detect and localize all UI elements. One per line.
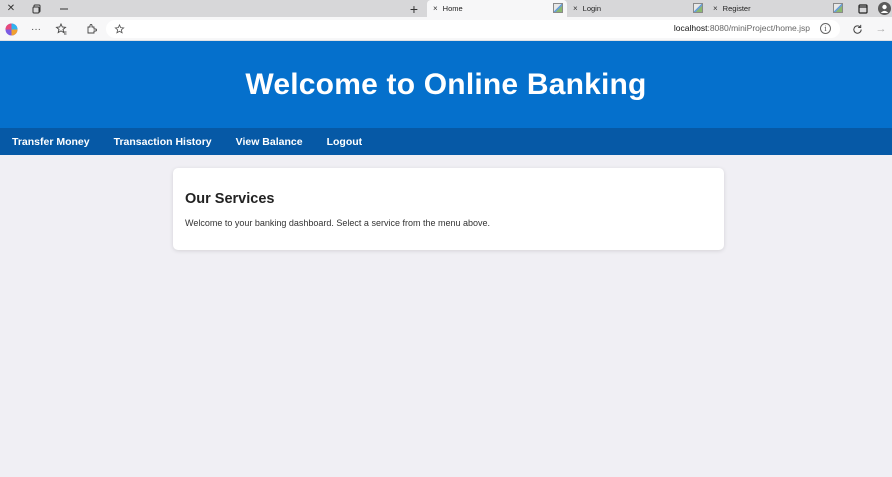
page-title: Welcome to Online Banking xyxy=(245,67,647,101)
extensions-icon[interactable] xyxy=(83,21,99,37)
profile-avatar-icon[interactable] xyxy=(876,0,892,17)
main-nav: Transfer Money Transaction History View … xyxy=(0,128,892,155)
card-title: Our Services xyxy=(185,191,275,207)
broken-image-icon xyxy=(553,3,563,13)
tab-close-icon[interactable]: × xyxy=(433,4,438,13)
new-tab-button[interactable]: + xyxy=(404,0,424,17)
address-bar[interactable]: localhost:8080/miniProject/home.jsp i xyxy=(106,20,840,38)
site-header: Welcome to Online Banking xyxy=(0,41,892,128)
services-card: Our Services Welcome to your banking das… xyxy=(173,168,724,250)
restore-icon[interactable] xyxy=(28,0,46,17)
nav-view-balance[interactable]: View Balance xyxy=(236,136,303,148)
forward-icon[interactable]: → xyxy=(874,21,888,37)
tab-label: Home xyxy=(442,4,463,13)
tab-label: Register xyxy=(722,4,751,13)
broken-image-icon xyxy=(833,3,843,13)
refresh-icon[interactable] xyxy=(850,21,864,37)
browser-toolbar: ··· localhost:8080/miniProject/home.jsp … xyxy=(0,17,892,41)
info-icon[interactable]: i xyxy=(820,23,831,34)
nav-transaction-history[interactable]: Transaction History xyxy=(114,136,212,148)
tab-home[interactable]: × Home xyxy=(427,0,567,17)
tab-register[interactable]: × Register xyxy=(707,0,847,17)
url-host: localhost xyxy=(673,23,708,33)
minimize-icon[interactable] xyxy=(55,0,73,17)
url-path: :8080/miniProject/home.jsp xyxy=(707,23,810,33)
nav-transfer-money[interactable]: Transfer Money xyxy=(12,136,90,148)
favorites-icon[interactable] xyxy=(53,21,69,37)
more-options-icon[interactable]: ··· xyxy=(28,21,44,37)
tab-close-icon[interactable]: × xyxy=(573,4,578,13)
tab-actions-icon[interactable] xyxy=(855,0,871,17)
favorite-star-icon[interactable] xyxy=(112,21,126,37)
nav-logout[interactable]: Logout xyxy=(327,136,363,148)
tab-label: Login xyxy=(582,4,602,13)
broken-image-icon xyxy=(693,3,703,13)
browser-tab-strip: ✕ + × Home × Login × Register xyxy=(0,0,892,17)
url-text[interactable]: localhost:8080/miniProject/home.jsp xyxy=(674,23,810,33)
tab-close-icon[interactable]: × xyxy=(713,4,718,13)
browser-logo-icon xyxy=(3,21,19,37)
card-text: Welcome to your banking dashboard. Selec… xyxy=(185,218,490,228)
tab-login[interactable]: × Login xyxy=(567,0,707,17)
window-close-icon[interactable]: ✕ xyxy=(2,0,20,17)
